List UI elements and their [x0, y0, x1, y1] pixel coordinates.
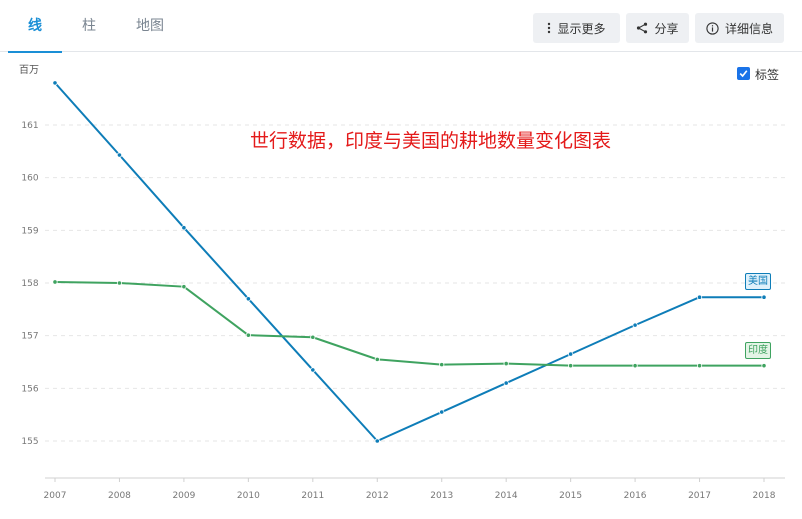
data-point-india	[52, 279, 58, 285]
data-point-us	[761, 294, 767, 300]
data-point-india	[374, 356, 380, 362]
share-label: 分享	[654, 21, 679, 36]
tab-line[interactable]: 线	[8, 0, 62, 53]
data-point-india	[181, 284, 187, 290]
chart-title: 世行数据，印度与美国的耕地数量变化图表	[250, 130, 612, 152]
data-point-us	[632, 322, 638, 328]
info-icon	[706, 21, 719, 35]
tab-map[interactable]: 地图	[122, 0, 178, 52]
x-tick-label: 2007	[44, 491, 67, 501]
data-point-india	[310, 334, 316, 340]
data-point-us	[374, 438, 380, 444]
y-tick-label: 156	[21, 384, 38, 394]
top-bar: 线 柱 地图 显示更多 分享 详细信息	[0, 0, 802, 53]
data-point-india	[632, 363, 638, 369]
share-icon	[636, 22, 648, 34]
x-tick-label: 2008	[108, 491, 131, 501]
data-point-india	[503, 360, 509, 367]
data-point-india	[245, 332, 251, 338]
x-tick-label: 2018	[753, 491, 776, 501]
data-point-us	[439, 409, 445, 415]
x-tick-label: 2010	[237, 491, 260, 501]
line-chart: 155 156 157 158 159 160 161 2007 2008 2009 2010 201…	[21, 80, 785, 501]
x-tick-label: 2015	[559, 491, 582, 501]
y-tick-label: 157	[21, 332, 38, 342]
series-tag-india: 印度	[745, 341, 771, 359]
data-point-india	[696, 363, 703, 369]
x-tick-label: 2016	[624, 491, 647, 501]
show-more-button[interactable]: 显示更多	[533, 13, 620, 43]
y-tick-label: 161	[21, 121, 38, 131]
series-line-india	[54, 280, 764, 367]
y-tick-label: 160	[21, 174, 38, 184]
x-tick-label: 2013	[430, 491, 453, 501]
data-point-us	[116, 152, 123, 158]
data-point-us	[568, 351, 574, 357]
data-point-us	[310, 367, 316, 373]
x-tick-label: 2014	[495, 491, 518, 501]
y-tick-label: 158	[21, 279, 38, 289]
x-tick-label: 2012	[366, 491, 389, 501]
x-tick-label: 2011	[301, 491, 324, 501]
series-tag-us: 美国	[745, 273, 771, 291]
data-point-us	[181, 225, 187, 231]
y-tick-label: 159	[21, 226, 38, 236]
data-point-india	[116, 280, 123, 286]
data-point-us	[696, 294, 703, 300]
y-tick-label: 155	[21, 437, 38, 447]
details-button[interactable]: 详细信息	[695, 13, 784, 43]
show-more-label: 显示更多	[557, 21, 606, 36]
tab-bar[interactable]: 柱	[62, 0, 116, 52]
data-point-us	[52, 80, 58, 86]
more-vertical-icon	[547, 22, 551, 34]
share-button[interactable]: 分享	[626, 13, 689, 43]
data-point-us	[503, 380, 509, 386]
details-label: 详细信息	[724, 21, 773, 36]
x-tick-label: 2009	[172, 491, 195, 501]
data-point-us	[245, 296, 251, 302]
x-tick-label: 2017	[688, 491, 711, 501]
data-point-india	[568, 363, 574, 369]
data-point-india	[761, 363, 767, 369]
data-point-india	[439, 362, 445, 368]
